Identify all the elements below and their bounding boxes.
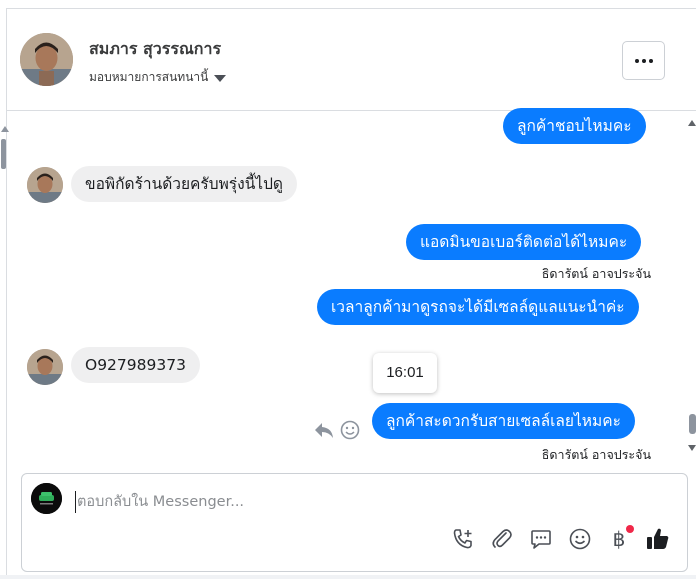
attachment-icon[interactable] bbox=[489, 526, 515, 552]
contact-avatar-small bbox=[27, 167, 63, 203]
saved-replies-icon[interactable] bbox=[528, 526, 554, 552]
more-dots-icon bbox=[634, 58, 639, 63]
scrollbar-thumb[interactable] bbox=[689, 414, 696, 434]
sender-name: ธิดารัตน์ อาจประจัน bbox=[541, 266, 651, 281]
notification-dot bbox=[626, 525, 634, 533]
scroll-down-arrow-icon[interactable] bbox=[688, 445, 696, 451]
contact-avatar[interactable] bbox=[20, 33, 73, 86]
baht-icon: ฿ bbox=[612, 527, 626, 551]
outgoing-message[interactable]: ลูกค้าสะดวกรับสายเซลล์เลยไหมคะ bbox=[372, 403, 635, 439]
left-scroll-thumb[interactable] bbox=[1, 139, 6, 169]
add-call-icon[interactable] bbox=[450, 526, 476, 552]
outgoing-message[interactable]: ลูกค้าชอบไหมคะ bbox=[503, 108, 646, 144]
like-icon[interactable] bbox=[645, 526, 671, 552]
assign-label: มอบหมายการสนทนานี้ bbox=[89, 70, 209, 84]
reply-icon[interactable] bbox=[313, 420, 335, 445]
page-logo-avatar bbox=[31, 483, 62, 514]
message-actions bbox=[313, 419, 361, 446]
incoming-message[interactable]: O927989373 bbox=[71, 347, 200, 383]
scroll-up-arrow-icon[interactable] bbox=[1, 126, 9, 132]
conversation-panel: สมภาร สุวรรณการ มอบหมายการสนทนานี้ ลูกค้… bbox=[1, 8, 696, 579]
bottom-divider bbox=[0, 575, 696, 579]
payment-icon[interactable]: ฿ bbox=[606, 525, 634, 552]
composer-toolbar: ฿ bbox=[450, 525, 671, 552]
emoji-icon[interactable] bbox=[567, 526, 593, 552]
more-dots-icon bbox=[648, 58, 653, 63]
conversation-header: สมภาร สุวรรณการ มอบหมายการสนทนานี้ bbox=[7, 9, 696, 111]
outgoing-message[interactable]: แอดมินขอเบอร์ติดต่อได้ไหมคะ bbox=[406, 224, 642, 260]
caret-down-icon bbox=[214, 75, 227, 82]
assign-conversation-dropdown[interactable]: มอบหมายการสนทนานี้ bbox=[89, 68, 227, 87]
outgoing-message[interactable]: เวลาลูกค้ามาดูรถจะได้มีเซลล์ดูแลแนะนำค่ะ bbox=[317, 289, 639, 325]
scroll-up-arrow-icon[interactable] bbox=[688, 120, 696, 126]
sender-name: ธิดารัตน์ อาจประจัน bbox=[541, 447, 651, 462]
contact-avatar-small bbox=[27, 349, 63, 385]
more-dots-icon bbox=[641, 58, 646, 63]
more-options-button[interactable] bbox=[622, 41, 665, 80]
timestamp-tooltip: 16:01 bbox=[373, 353, 437, 393]
react-emoji-icon[interactable] bbox=[339, 419, 361, 446]
message-composer: ฿ bbox=[21, 473, 688, 572]
reply-input[interactable] bbox=[75, 491, 615, 513]
incoming-message[interactable]: ขอพิกัดร้านด้วยครับพรุ่งนี้ไปดู bbox=[71, 166, 297, 202]
contact-name[interactable]: สมภาร สุวรรณการ bbox=[89, 37, 221, 62]
